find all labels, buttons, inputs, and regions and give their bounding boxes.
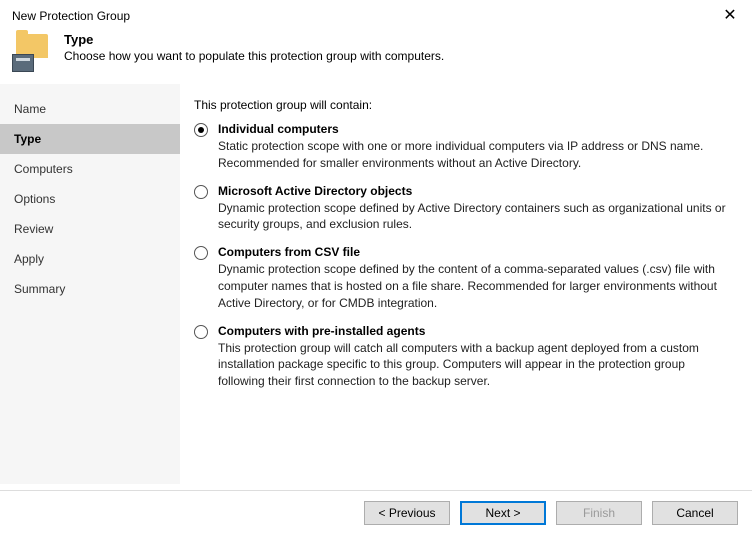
sidebar-item-review[interactable]: Review bbox=[0, 214, 180, 244]
sidebar-item-options[interactable]: Options bbox=[0, 184, 180, 214]
radio-individual-computers[interactable] bbox=[194, 123, 208, 137]
wizard-footer: < Previous Next > Finish Cancel bbox=[0, 490, 752, 537]
cancel-button[interactable]: Cancel bbox=[652, 501, 738, 525]
sidebar-item-summary[interactable]: Summary bbox=[0, 274, 180, 304]
previous-button[interactable]: < Previous bbox=[364, 501, 450, 525]
sidebar-item-name[interactable]: Name bbox=[0, 94, 180, 124]
window-title: New Protection Group bbox=[12, 9, 130, 23]
sidebar-item-computers[interactable]: Computers bbox=[0, 154, 180, 184]
close-icon[interactable]: ✕ bbox=[720, 8, 740, 24]
wizard-header: Type Choose how you want to populate thi… bbox=[0, 28, 752, 84]
option-active-directory[interactable]: Microsoft Active Directory objects Dynam… bbox=[194, 184, 732, 234]
radio-csv-file[interactable] bbox=[194, 246, 208, 260]
content-intro: This protection group will contain: bbox=[194, 98, 732, 112]
option-desc: Dynamic protection scope defined by the … bbox=[218, 261, 732, 311]
content-pane: This protection group will contain: Indi… bbox=[180, 84, 752, 484]
folder-computer-icon bbox=[12, 32, 52, 72]
option-title: Computers with pre-installed agents bbox=[218, 324, 732, 338]
option-csv-file[interactable]: Computers from CSV file Dynamic protecti… bbox=[194, 245, 732, 311]
wizard-steps-sidebar: Name Type Computers Options Review Apply… bbox=[0, 84, 180, 484]
sidebar-item-apply[interactable]: Apply bbox=[0, 244, 180, 274]
option-individual-computers[interactable]: Individual computers Static protection s… bbox=[194, 122, 732, 172]
next-button[interactable]: Next > bbox=[460, 501, 546, 525]
option-title: Microsoft Active Directory objects bbox=[218, 184, 732, 198]
page-subtitle: Choose how you want to populate this pro… bbox=[64, 49, 740, 63]
titlebar: New Protection Group ✕ bbox=[0, 0, 752, 28]
finish-button: Finish bbox=[556, 501, 642, 525]
option-desc: Dynamic protection scope defined by Acti… bbox=[218, 200, 732, 234]
option-desc: This protection group will catch all com… bbox=[218, 340, 732, 390]
page-title: Type bbox=[64, 32, 740, 47]
option-title: Computers from CSV file bbox=[218, 245, 732, 259]
option-preinstalled-agents[interactable]: Computers with pre-installed agents This… bbox=[194, 324, 732, 390]
option-desc: Static protection scope with one or more… bbox=[218, 138, 732, 172]
radio-active-directory[interactable] bbox=[194, 185, 208, 199]
radio-preinstalled-agents[interactable] bbox=[194, 325, 208, 339]
option-title: Individual computers bbox=[218, 122, 732, 136]
main-area: Name Type Computers Options Review Apply… bbox=[0, 84, 752, 484]
sidebar-item-type[interactable]: Type bbox=[0, 124, 180, 154]
